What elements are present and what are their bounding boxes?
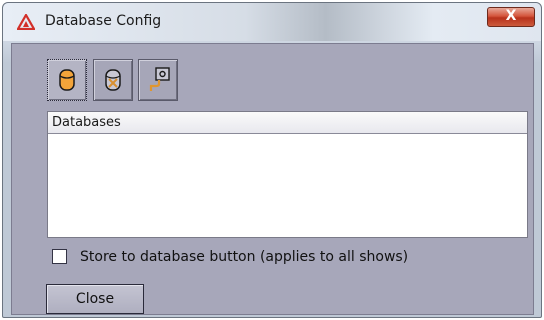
- database-config-window: Database Config X Databases Store to dat…: [2, 2, 542, 318]
- database-tool-button[interactable]: [47, 59, 87, 101]
- connect-database-tool-button[interactable]: [138, 59, 178, 101]
- database-list[interactable]: Databases: [47, 111, 528, 238]
- client-area: Databases Store to database button (appl…: [11, 43, 534, 315]
- store-to-database-label[interactable]: Store to database button (applies to all…: [80, 249, 408, 265]
- delete-database-tool-button[interactable]: [93, 59, 133, 101]
- close-button[interactable]: Close: [46, 284, 144, 314]
- connect-database-icon: [149, 67, 170, 91]
- window-close-button[interactable]: X: [487, 7, 535, 27]
- database-list-header[interactable]: Databases: [48, 112, 527, 134]
- database-icon: [59, 69, 75, 91]
- delete-database-icon: [105, 69, 121, 91]
- window-title: Database Config: [45, 13, 162, 29]
- title-bar[interactable]: Database Config X: [3, 3, 541, 41]
- store-to-database-checkbox[interactable]: [52, 249, 67, 264]
- app-logo-icon: [17, 14, 35, 30]
